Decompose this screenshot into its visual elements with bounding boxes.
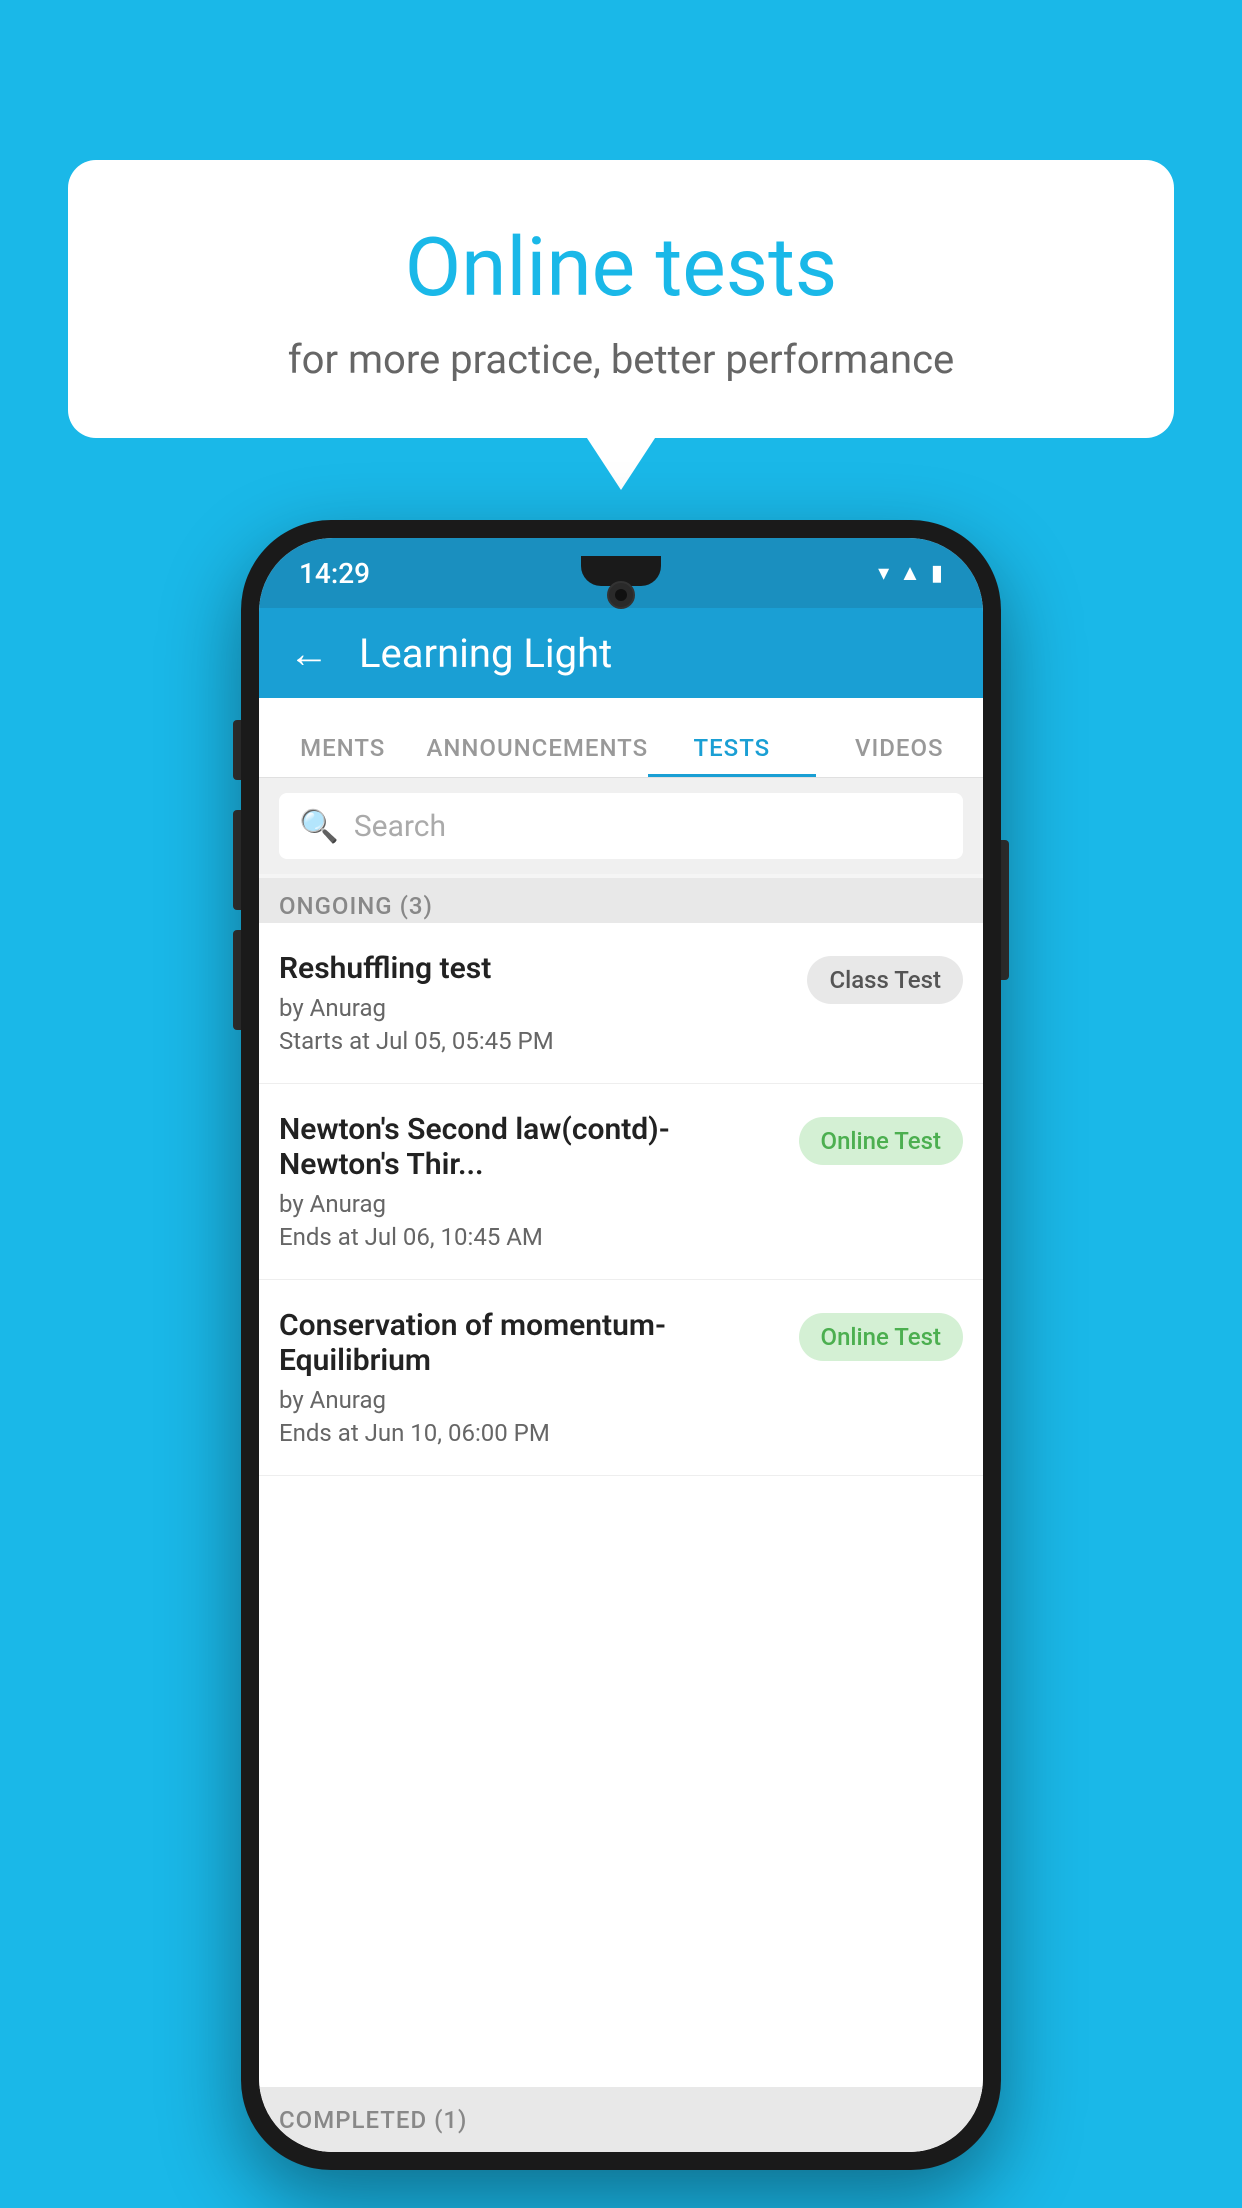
- completed-label: COMPLETED (1): [279, 2106, 467, 2134]
- search-container: 🔍 Search: [259, 778, 983, 874]
- test-info-newton: Newton's Second law(contd)-Newton's Thir…: [279, 1112, 784, 1251]
- app-title: Learning Light: [359, 630, 612, 677]
- phone-button-power[interactable]: [1001, 840, 1009, 980]
- test-badge-newton: Online Test: [799, 1117, 963, 1165]
- phone-frame: 14:29 ▾ ▲ ▮ ← Learning Light MENTS ANNOU…: [241, 520, 1001, 2170]
- test-info-conservation: Conservation of momentum-Equilibrium by …: [279, 1308, 784, 1447]
- test-author-newton: by Anurag: [279, 1190, 784, 1218]
- test-name-conservation: Conservation of momentum-Equilibrium: [279, 1308, 784, 1378]
- completed-section-header: COMPLETED (1): [259, 2087, 983, 2152]
- phone-screen: 14:29 ▾ ▲ ▮ ← Learning Light MENTS ANNOU…: [259, 538, 983, 2152]
- test-date-newton: Ends at Jul 06, 10:45 AM: [279, 1223, 784, 1251]
- wifi-icon: ▾: [878, 561, 889, 586]
- tab-ments[interactable]: MENTS: [259, 734, 426, 777]
- speech-bubble: Online tests for more practice, better p…: [68, 160, 1174, 438]
- test-name-reshuffling: Reshuffling test: [279, 951, 792, 986]
- search-icon: 🔍: [299, 807, 339, 845]
- phone-button-volume-indicator: [233, 720, 241, 780]
- phone-notch: [581, 556, 661, 586]
- front-camera: [607, 581, 635, 609]
- status-icons: ▾ ▲ ▮: [878, 560, 943, 586]
- test-date-conservation: Ends at Jun 10, 06:00 PM: [279, 1419, 784, 1447]
- search-placeholder: Search: [354, 809, 446, 844]
- status-time: 14:29: [299, 557, 370, 590]
- phone-mockup: 14:29 ▾ ▲ ▮ ← Learning Light MENTS ANNOU…: [241, 520, 1001, 2170]
- search-box[interactable]: 🔍 Search: [279, 793, 963, 859]
- tab-announcements[interactable]: ANNOUNCEMENTS: [426, 734, 648, 777]
- test-list: Reshuffling test by Anurag Starts at Jul…: [259, 923, 983, 2152]
- test-badge-reshuffling: Class Test: [807, 956, 963, 1004]
- test-author-reshuffling: by Anurag: [279, 994, 792, 1022]
- tab-tests[interactable]: TESTS: [648, 734, 815, 777]
- signal-icon: ▲: [899, 560, 921, 586]
- phone-button-volume-down[interactable]: [233, 930, 241, 1030]
- test-name-newton: Newton's Second law(contd)-Newton's Thir…: [279, 1112, 784, 1182]
- back-button[interactable]: ←: [289, 630, 329, 677]
- tab-videos[interactable]: VIDEOS: [816, 734, 983, 777]
- test-author-conservation: by Anurag: [279, 1386, 784, 1414]
- app-header: ← Learning Light: [259, 608, 983, 698]
- tabs-bar: MENTS ANNOUNCEMENTS TESTS VIDEOS: [259, 698, 983, 778]
- phone-button-volume-up[interactable]: [233, 810, 241, 910]
- ongoing-label: ONGOING (3): [279, 892, 433, 920]
- test-date-reshuffling: Starts at Jul 05, 05:45 PM: [279, 1027, 792, 1055]
- battery-icon: ▮: [931, 561, 943, 586]
- test-badge-conservation: Online Test: [799, 1313, 963, 1361]
- bubble-title: Online tests: [118, 220, 1124, 316]
- test-item-newton[interactable]: Newton's Second law(contd)-Newton's Thir…: [259, 1084, 983, 1280]
- test-info-reshuffling: Reshuffling test by Anurag Starts at Jul…: [279, 951, 792, 1055]
- bubble-subtitle: for more practice, better performance: [118, 336, 1124, 383]
- test-item-reshuffling[interactable]: Reshuffling test by Anurag Starts at Jul…: [259, 923, 983, 1084]
- test-item-conservation[interactable]: Conservation of momentum-Equilibrium by …: [259, 1280, 983, 1476]
